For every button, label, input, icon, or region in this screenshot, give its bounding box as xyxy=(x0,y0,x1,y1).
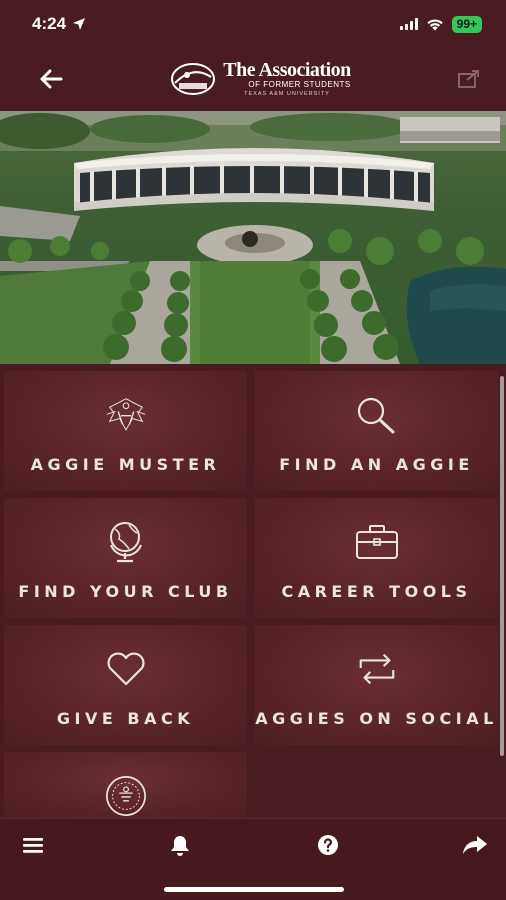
status-time: 4:24 xyxy=(32,14,67,33)
heart-icon xyxy=(104,647,148,691)
tile-label: FIND YOUR CLUB xyxy=(18,582,233,601)
scrollbar[interactable] xyxy=(500,376,504,756)
briefcase-icon xyxy=(355,520,399,564)
tile-label: FIND AN AGGIE xyxy=(279,455,474,474)
location-arrow-icon xyxy=(73,18,86,30)
campus-illustration xyxy=(0,111,506,364)
brand-logo: The Association OF FORMER STUDENTS TEXAS… xyxy=(169,60,351,98)
status-indicators: 99+ xyxy=(399,15,482,33)
association-logo-icon xyxy=(171,63,216,95)
brand-title: The Association xyxy=(223,59,351,82)
cellular-signal-icon xyxy=(399,18,418,30)
home-indicator[interactable] xyxy=(164,887,344,892)
app-header: The Association OF FORMER STUDENTS TEXAS… xyxy=(0,48,506,110)
tile-label: GIVE BACK xyxy=(56,709,195,728)
tile-seal[interactable] xyxy=(4,752,247,818)
tile-aggies-on-social[interactable]: AGGIES ON SOCIAL xyxy=(255,625,498,745)
external-link-button[interactable] xyxy=(454,64,484,94)
wifi-icon xyxy=(426,18,443,30)
share-icon xyxy=(462,836,487,854)
notifications-button[interactable] xyxy=(165,830,195,860)
tile-find-an-aggie[interactable]: FIND AN AGGIE xyxy=(255,371,498,491)
bell-icon xyxy=(171,836,190,856)
retweet-icon xyxy=(355,647,399,691)
help-icon xyxy=(317,835,338,855)
feature-grid: AGGIE MUSTER FIND AN AGGIE FIND YOUR CLU… xyxy=(4,371,500,818)
brand-subtitle: OF FORMER STUDENTS xyxy=(248,80,351,90)
menu-icon xyxy=(23,838,43,853)
tile-label: CAREER TOOLS xyxy=(281,582,472,601)
tile-aggie-muster[interactable]: AGGIE MUSTER xyxy=(4,371,247,491)
battery-indicator: 99+ xyxy=(451,15,482,33)
brand-tagline: TEXAS A&M UNIVERSITY xyxy=(244,91,330,98)
menu-button[interactable] xyxy=(18,830,48,860)
tile-give-back[interactable]: GIVE BACK xyxy=(4,625,247,745)
arrow-left-icon xyxy=(40,69,63,89)
external-link-icon xyxy=(458,70,479,88)
share-button[interactable] xyxy=(460,830,490,860)
globe-icon xyxy=(104,520,148,564)
status-time-group: 4:24 xyxy=(32,14,86,34)
help-button[interactable] xyxy=(313,830,343,860)
tile-find-your-club[interactable]: FIND YOUR CLUB xyxy=(4,498,247,618)
tile-career-tools[interactable]: CAREER TOOLS xyxy=(255,498,498,618)
bottom-navigation xyxy=(0,818,506,900)
tile-label: AGGIE MUSTER xyxy=(30,455,221,474)
tile-label: AGGIES ON SOCIAL xyxy=(255,709,498,728)
status-bar: 4:24 99+ xyxy=(0,0,506,48)
search-icon xyxy=(355,393,399,437)
hero-campus-image xyxy=(0,111,506,364)
muster-crest-icon xyxy=(104,393,148,437)
university-seal-icon xyxy=(104,774,148,818)
back-button[interactable] xyxy=(36,64,66,94)
